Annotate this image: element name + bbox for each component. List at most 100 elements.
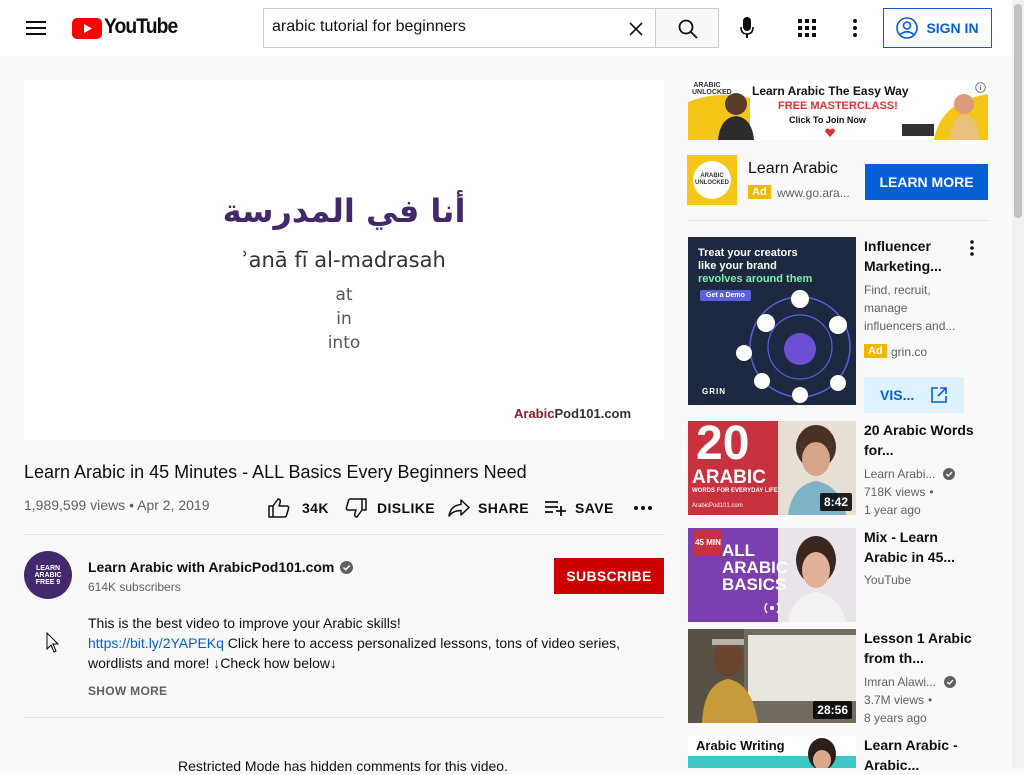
video-thumbnail[interactable]: Arabic Writing — [688, 736, 856, 768]
like-button[interactable]: 34K — [268, 496, 329, 520]
restricted-mode-notice: Restricted Mode has hidden comments for … — [178, 758, 508, 774]
thumbnail-text: ALL ARABIC BASICS — [722, 541, 789, 594]
learn-more-button[interactable]: LEARN MORE — [865, 164, 988, 200]
playlist-add-icon — [545, 500, 567, 516]
ad-banner[interactable]: ARABIC UNLOCKED Learn Arabic The Easy Wa… — [688, 80, 988, 140]
view-count: 1,989,599 views — [24, 497, 126, 513]
description-link[interactable]: https://bit.ly/2YAPEKq — [88, 635, 224, 651]
video-title[interactable]: Mix - Learn Arabic in 45... — [864, 527, 974, 567]
description-line: wordlists and more! ↓Check how below↓ — [88, 655, 337, 671]
description-line: This is the best video to improve your A… — [88, 615, 401, 631]
banner-brand: ARABIC UNLOCKED — [692, 82, 732, 96]
more-vert-icon[interactable] — [843, 16, 867, 40]
ad-info-icon[interactable] — [975, 82, 986, 93]
thumb-up-icon — [268, 498, 290, 518]
open-in-new-icon — [930, 386, 948, 404]
ad-logo-text: ARABIC UNLOCKED — [693, 161, 731, 199]
video-age: 1 year ago — [864, 503, 921, 517]
search-button[interactable] — [655, 8, 719, 48]
promo-brand: GRIN — [702, 387, 726, 396]
promo-line: like your brand — [698, 260, 777, 272]
save-button[interactable]: SAVE — [545, 496, 614, 520]
like-count: 34K — [302, 500, 329, 516]
sign-in-button[interactable]: SIGN IN — [883, 8, 992, 48]
video-thumbnail[interactable]: 20 ARABIC WORDS FOR EVERYDAY LIFE Arabic… — [688, 421, 856, 515]
visit-site-button[interactable]: VIS... — [864, 377, 964, 413]
dislike-button[interactable]: DISLIKE — [345, 496, 435, 520]
video-title[interactable]: 20 Arabic Words for... — [864, 420, 974, 460]
promo-line: Treat your creators — [698, 247, 798, 259]
more-vert-icon[interactable] — [970, 240, 974, 256]
share-icon — [448, 499, 470, 517]
mouse-cursor-icon — [46, 632, 60, 654]
view-count: 3.7M views — [864, 693, 925, 707]
save-label: SAVE — [575, 500, 614, 516]
search-icon — [676, 17, 700, 41]
video-title[interactable]: Learn Arabic - Arabic... — [864, 735, 974, 775]
video-player[interactable]: أنا في المدرسة ʾanā fī al-madrasah at in… — [24, 80, 664, 440]
account-circle-icon — [896, 17, 919, 39]
arabic-sentence: أنا في المدرسة — [222, 192, 466, 230]
search-input[interactable] — [272, 18, 622, 36]
thumbnail-badge: 45 MIN — [694, 530, 722, 556]
promo-thumbnail[interactable]: Treat your creators like your brand revo… — [688, 237, 856, 405]
watermark-part-b: Pod101.com — [554, 406, 632, 421]
video-duration: 8:42 — [819, 493, 852, 511]
channel-name-text: Learn Arabic with ArabicPod101.com — [88, 559, 335, 575]
video-channel[interactable]: Imran Alawi... — [864, 673, 957, 691]
page-scrollbar[interactable] — [1012, 0, 1024, 768]
microphone-icon[interactable] — [735, 16, 759, 40]
dislike-label: DISLIKE — [377, 500, 436, 516]
promo-demo-button: Get a Demo — [700, 290, 751, 301]
channel-name-text: Imran Alawi... — [864, 675, 937, 689]
menu-icon[interactable] — [24, 16, 48, 40]
youtube-logo-text[interactable]: YouTube — [104, 15, 178, 39]
visit-label: VIS... — [880, 387, 915, 403]
divider — [24, 717, 664, 718]
player-watermark: ArabicPod101.com — [514, 406, 631, 421]
view-count: 718K views — [864, 485, 926, 499]
video-channel[interactable]: Learn Arabi... — [864, 465, 956, 483]
gloss-word: into — [327, 333, 361, 353]
promo-description: Find, recruit, manage influencers and... — [864, 283, 956, 333]
ad-logo[interactable]: ARABIC UNLOCKED — [687, 155, 737, 205]
share-label: SHARE — [478, 500, 530, 516]
banner-headline: Learn Arabic The Easy Way — [752, 84, 909, 98]
show-more-button[interactable]: SHOW MORE — [88, 684, 167, 698]
subscriber-count: 614K subscribers — [88, 580, 181, 594]
scrollbar-thumb[interactable] — [1014, 4, 1022, 218]
thumbnail-number: 20 — [696, 421, 750, 470]
share-button[interactable]: SHARE — [448, 496, 529, 520]
mix-thumbnail[interactable]: 45 MIN ALL ARABIC BASICS — [688, 528, 856, 622]
transliteration: ʾanā fī al-madrasah — [242, 248, 446, 272]
video-info: 1,989,599 views • Apr 2, 2019 — [24, 497, 210, 513]
thumbnail-subtitle: WORDS FOR EVERYDAY LIFE — [692, 488, 778, 494]
thumbnail-word: ARABIC — [692, 467, 766, 488]
video-channel[interactable]: YouTube — [864, 571, 911, 589]
video-title[interactable]: Lesson 1 Arabic from th... — [864, 628, 974, 668]
video-thumbnail[interactable]: 28:56 — [688, 629, 856, 723]
meta-separator: • — [928, 693, 933, 707]
search-box[interactable] — [263, 8, 656, 48]
divider — [688, 220, 988, 221]
video-views-line: 718K views • — [864, 483, 934, 501]
ad-url: www.go.ara... — [777, 186, 850, 200]
youtube-logo-icon[interactable] — [71, 16, 102, 40]
verified-check-icon — [943, 468, 956, 480]
banner-cta: Click To Join Now — [789, 115, 866, 125]
channel-name[interactable]: Learn Arabic with ArabicPod101.com — [88, 559, 354, 575]
apps-grid-icon[interactable] — [795, 16, 819, 40]
clear-search-icon[interactable] — [624, 17, 648, 41]
thumbnail-site: ArabicPod101.com — [692, 503, 743, 509]
video-views-line: 3.7M views • — [864, 691, 932, 709]
ad-title[interactable]: Learn Arabic — [748, 160, 838, 178]
masthead: YouTube SIGN IN — [0, 0, 1012, 56]
promo-title[interactable]: Influencer Marketing... — [864, 236, 974, 276]
video-duration: 28:56 — [813, 701, 852, 719]
more-actions-button[interactable] — [634, 496, 652, 520]
avatar-text: FREE 9 — [35, 578, 61, 586]
channel-avatar[interactable]: LEARN ARABIC FREE 9 — [24, 551, 72, 599]
mix-radio-icon — [760, 602, 784, 614]
subscribe-button[interactable]: SUBSCRIBE — [554, 558, 664, 594]
thumb-down-icon — [345, 498, 367, 518]
